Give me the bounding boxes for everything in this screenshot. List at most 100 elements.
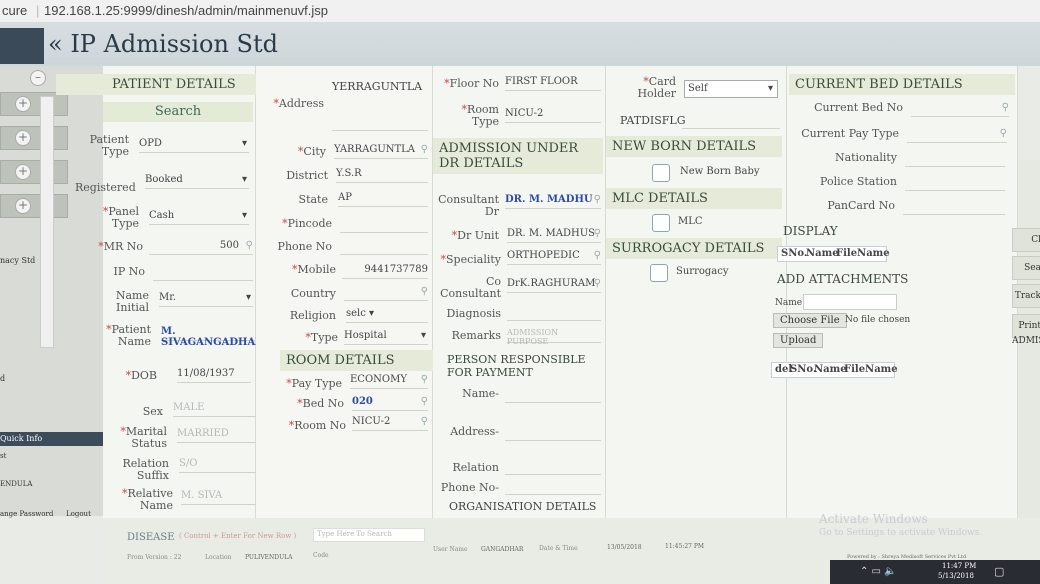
search-icon[interactable]: ⚲ xyxy=(1000,128,1007,139)
logout-link[interactable]: Logout xyxy=(66,510,91,518)
phone-field[interactable] xyxy=(340,240,428,255)
pancard-no-field[interactable] xyxy=(903,200,1005,215)
police-station-field[interactable] xyxy=(905,176,1005,191)
sex-select[interactable]: MALE▾ xyxy=(173,402,269,417)
district-field[interactable]: Y.S.R xyxy=(336,168,428,183)
collapse-icon[interactable]: – xyxy=(30,70,46,86)
panel-type-select[interactable]: Cash ▾ xyxy=(149,210,249,225)
pay-type-value: ECONOMY xyxy=(350,374,407,385)
search-icon[interactable]: ⚲ xyxy=(421,286,428,297)
patient-details-panel: PATIENT DETAILS Search Patient Type OPD ▾… xyxy=(56,66,308,518)
clock-time[interactable]: 11:47 PM xyxy=(942,562,976,570)
disease-search-input[interactable]: Type Here To Search xyxy=(313,528,425,542)
search-icon[interactable]: ⚲ xyxy=(594,194,601,205)
search-side-button[interactable]: Sea xyxy=(1012,256,1040,280)
quick-info-bar[interactable]: Quick Info xyxy=(0,432,103,446)
city-value: YARRAGUNTLA xyxy=(334,144,416,155)
dob-field[interactable]: 11/08/1937 xyxy=(177,368,251,383)
mlc-checkbox[interactable] xyxy=(652,214,670,232)
admis-button[interactable]: ADMIS xyxy=(1012,330,1040,352)
speciality-field[interactable]: ORTHOPEDIC ⚲ xyxy=(507,250,601,265)
registered-select[interactable]: Booked ▾ xyxy=(145,174,249,189)
nav-item-3[interactable]: + xyxy=(0,160,68,184)
country-field[interactable]: ⚲ xyxy=(344,286,428,301)
state-field[interactable]: AP xyxy=(338,192,428,207)
new-born-checkbox[interactable] xyxy=(652,164,670,182)
surrogacy-details-header: SURROGACY DETAILS xyxy=(606,238,782,259)
remarks-field[interactable]: ADMISSION PURPOSE xyxy=(507,328,601,346)
change-password-link[interactable]: ange Password xyxy=(0,510,53,518)
pay-type-field[interactable]: ECONOMY ⚲ xyxy=(350,374,428,389)
payer-name-field[interactable] xyxy=(505,388,601,403)
current-bed-no-field[interactable]: ⚲ xyxy=(911,102,1009,117)
name-initial-select[interactable]: Mr. ▾ xyxy=(159,292,253,307)
clock-date[interactable]: 5/13/2018 xyxy=(938,572,974,580)
payer-phone-field[interactable] xyxy=(505,480,601,495)
card-holder-value: Self xyxy=(688,83,708,94)
display-table-header: SNo. Name FileName xyxy=(777,246,890,262)
search-icon[interactable]: ⚲ xyxy=(246,240,253,251)
room-type-field[interactable]: NICU-2 xyxy=(505,108,601,123)
remarks-label: Remarks xyxy=(451,329,501,342)
patient-name-field[interactable]: M. SIVAGANGADHARA xyxy=(161,326,271,348)
location-value: PULIVENDULA xyxy=(245,554,293,561)
registered-value: Booked xyxy=(145,174,183,185)
nav-item-4[interactable]: + xyxy=(0,194,68,218)
nav-sub-2[interactable]: d xyxy=(0,374,5,383)
state-value: AP xyxy=(338,192,352,203)
payer-relation-field[interactable] xyxy=(505,460,601,475)
clear-button[interactable]: Cl xyxy=(1012,228,1040,252)
religion-select[interactable]: selc ▾ xyxy=(346,308,428,323)
upload-button[interactable]: Upload xyxy=(773,333,824,348)
consultant-value: DR. M. MADHU xyxy=(505,194,593,205)
card-holder-select[interactable]: Self ▾ xyxy=(684,80,778,98)
floor-no-field[interactable]: FIRST FLOOR xyxy=(505,76,601,91)
attachment-name-input[interactable] xyxy=(803,294,897,310)
page-title[interactable]: « IP Admission Std xyxy=(48,30,278,58)
admission-under-dr-header: ADMISSION UNDER DR DETAILS xyxy=(433,138,603,174)
patdisflg-field[interactable] xyxy=(682,114,780,129)
diagnosis-field[interactable] xyxy=(507,306,601,321)
dr-unit-field[interactable]: DR. M. MADHUS ⚲ xyxy=(507,228,601,243)
nationality-field[interactable] xyxy=(905,152,1005,167)
address-textarea[interactable] xyxy=(332,114,428,131)
type-select[interactable]: Hospital ▾ xyxy=(344,330,428,345)
search-icon[interactable]: ⚲ xyxy=(421,144,428,155)
choose-file-button[interactable]: Choose File xyxy=(773,313,847,328)
bed-no-field[interactable]: 020 ⚲ xyxy=(352,396,428,411)
search-icon[interactable]: ⚲ xyxy=(594,228,601,239)
patient-type-select[interactable]: OPD ▾ xyxy=(139,138,249,153)
search-icon[interactable]: ⚲ xyxy=(421,374,428,385)
search-icon[interactable]: ⚲ xyxy=(421,396,428,407)
ip-no-field[interactable] xyxy=(153,266,253,281)
search-icon[interactable]: ⚲ xyxy=(594,250,601,261)
nav-sub-1[interactable]: nacy Std xyxy=(0,256,35,265)
search-icon[interactable]: ⚲ xyxy=(1002,102,1009,113)
room-type-value: NICU-2 xyxy=(505,108,544,119)
disease-search-placeholder: Type Here To Search xyxy=(317,530,392,538)
payer-address-field[interactable] xyxy=(505,426,601,441)
mobile-field[interactable]: 9441737789 xyxy=(342,264,428,279)
disease-hint: ( Control + Enter For New Row ) xyxy=(179,532,297,540)
city-field[interactable]: YARRAGUNTLA ⚲ xyxy=(334,144,428,159)
pincode-field[interactable] xyxy=(340,218,428,233)
name-initial-value: Mr. xyxy=(159,292,177,303)
search-icon[interactable]: ⚲ xyxy=(594,278,601,289)
dob-value: 11/08/1937 xyxy=(177,368,235,379)
current-pay-type-field[interactable]: ⚲ xyxy=(907,128,1007,143)
consultant-field[interactable]: DR. M. MADHU ⚲ xyxy=(505,194,601,209)
nav-item-1[interactable]: + xyxy=(0,92,68,116)
room-no-field[interactable]: NICU-2 ⚲ xyxy=(352,416,428,431)
track-button[interactable]: Track xyxy=(1012,284,1040,308)
nav-item-2[interactable]: + xyxy=(0,126,68,150)
browser-address-bar[interactable]: cure | 192.168.1.25:9999/dinesh/admin/ma… xyxy=(0,0,1040,23)
co-consultant-field[interactable]: DrK.RAGHURAM ⚲ xyxy=(507,278,601,293)
tray-icons[interactable]: ⌃ ▭ 🔈 xyxy=(860,566,897,577)
url-text[interactable]: 192.168.1.25:9999/dinesh/admin/mainmenuv… xyxy=(44,3,328,18)
search-button[interactable]: Search xyxy=(103,102,253,122)
surrogacy-checkbox[interactable] xyxy=(650,264,668,282)
search-icon[interactable]: ⚲ xyxy=(421,416,428,427)
mr-no-field[interactable]: 500 ⚲ xyxy=(149,240,253,255)
notification-icon[interactable]: ▢ xyxy=(994,565,1004,578)
nav-scrollbar[interactable] xyxy=(40,96,54,348)
